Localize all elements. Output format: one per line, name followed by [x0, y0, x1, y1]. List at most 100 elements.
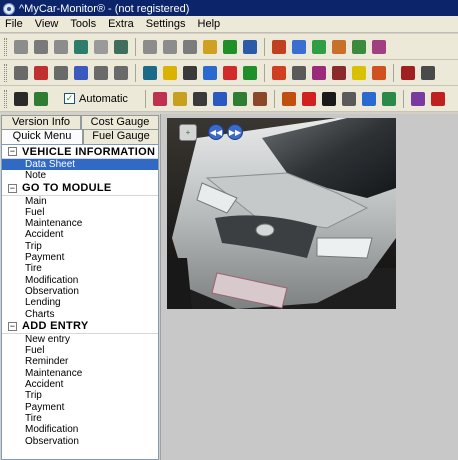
eraser-button[interactable] — [151, 90, 169, 108]
dollar-badge-button[interactable] — [340, 90, 358, 108]
close-file-button[interactable] — [12, 38, 30, 56]
refresh-button[interactable] — [32, 38, 50, 56]
location-button[interactable] — [429, 90, 447, 108]
stop-button[interactable] — [92, 38, 110, 56]
book-button[interactable] — [330, 64, 348, 82]
bulb-button[interactable] — [350, 64, 368, 82]
document-button[interactable] — [290, 38, 308, 56]
menu-link-fuel[interactable]: Fuel — [2, 207, 158, 218]
collapse-icon[interactable]: − — [8, 147, 17, 156]
network-button[interactable] — [241, 38, 259, 56]
menu-link-maintenance[interactable]: Maintenance — [2, 368, 158, 379]
bar-chart-button[interactable] — [72, 64, 90, 82]
eye-button[interactable] — [360, 90, 378, 108]
house-button[interactable] — [330, 38, 348, 56]
menu-extra[interactable]: Extra — [103, 18, 141, 30]
bottles-button[interactable] — [32, 64, 50, 82]
list-button[interactable] — [181, 64, 199, 82]
menu-file[interactable]: File — [0, 18, 30, 30]
tag-button[interactable] — [141, 38, 159, 56]
menu-link-payment[interactable]: Payment — [2, 402, 158, 413]
fuel-button[interactable] — [270, 64, 288, 82]
menu-help[interactable]: Help — [193, 18, 228, 30]
table-button[interactable] — [52, 64, 70, 82]
add-photo-icon[interactable]: + — [179, 124, 197, 141]
menu-link-tire[interactable]: Tire — [2, 413, 158, 424]
menu-link-accident[interactable]: Accident — [2, 229, 158, 240]
dollar-button[interactable] — [221, 38, 239, 56]
traffic-light-button[interactable] — [12, 90, 30, 108]
collapse-icon[interactable]: − — [8, 183, 17, 193]
automatic-checkbox[interactable]: ✓ Automatic — [64, 93, 128, 105]
car-check-button[interactable] — [32, 90, 50, 108]
wallet-button[interactable] — [141, 64, 159, 82]
menu-link-new-entry[interactable]: New entry — [2, 334, 158, 345]
window-button[interactable] — [112, 64, 130, 82]
menu-link-fuel[interactable]: Fuel — [2, 345, 158, 356]
warning-button[interactable] — [161, 38, 179, 56]
forward-button[interactable] — [52, 38, 70, 56]
speedometer-button[interactable] — [161, 64, 179, 82]
shopping-button[interactable] — [310, 64, 328, 82]
section-header[interactable]: − ADD ENTRY — [2, 319, 158, 334]
next-icon[interactable]: ▶▶ — [227, 124, 243, 140]
menu-link-main[interactable]: Main — [2, 196, 158, 207]
menu-link-lending[interactable]: Lending — [2, 297, 158, 308]
accident-button[interactable] — [300, 90, 318, 108]
sun-button[interactable] — [201, 38, 219, 56]
help-button[interactable] — [290, 64, 308, 82]
car-button[interactable] — [221, 64, 239, 82]
sum-button[interactable] — [191, 90, 209, 108]
trailer-button[interactable] — [280, 90, 298, 108]
mechanic-button[interactable] — [201, 64, 219, 82]
chart-button[interactable] — [350, 38, 368, 56]
money-button[interactable] — [241, 64, 259, 82]
menu-link-modification[interactable]: Modification — [2, 275, 158, 286]
menu-link-tire[interactable]: Tire — [2, 263, 158, 274]
tire-button[interactable] — [320, 90, 338, 108]
toolbar-grip[interactable] — [4, 37, 7, 56]
menu-link-note[interactable]: Note — [2, 170, 158, 181]
calculator-button[interactable] — [92, 64, 110, 82]
garage-button[interactable] — [211, 90, 229, 108]
gas-pump-button[interactable] — [231, 90, 249, 108]
menu-link-maintenance[interactable]: Maintenance — [2, 218, 158, 229]
previous-icon[interactable]: ◀◀ — [208, 124, 224, 140]
menu-link-observation[interactable]: Observation — [2, 436, 158, 447]
gear-button[interactable] — [181, 38, 199, 56]
graph-button[interactable] — [370, 38, 388, 56]
wrench-button[interactable] — [251, 90, 269, 108]
toolbar-grip[interactable] — [4, 63, 7, 82]
megaphone-button[interactable] — [112, 38, 130, 56]
menu-tools[interactable]: Tools — [65, 18, 103, 30]
menu-link-payment[interactable]: Payment — [2, 252, 158, 263]
lens-button[interactable] — [370, 64, 388, 82]
menu-link-observation[interactable]: Observation — [2, 286, 158, 297]
export-button[interactable] — [72, 38, 90, 56]
section-header[interactable]: − GO TO MODULE — [2, 181, 158, 196]
menu-link-reminder[interactable]: Reminder — [2, 356, 158, 367]
menu-link-accident[interactable]: Accident — [2, 379, 158, 390]
grid-button[interactable] — [12, 64, 30, 82]
toolbar-grip[interactable] — [4, 89, 7, 108]
tab-fuel-gauge[interactable]: Fuel Gauge — [83, 129, 159, 144]
section-header[interactable]: − VEHICLE INFORMATION — [2, 145, 158, 159]
menu-link-trip[interactable]: Trip — [2, 241, 158, 252]
signpost-button[interactable] — [380, 90, 398, 108]
settings-button[interactable] — [419, 64, 437, 82]
menu-link-modification[interactable]: Modification — [2, 424, 158, 435]
calendar-button[interactable] — [270, 38, 288, 56]
menu-link-data-sheet[interactable]: Data Sheet — [2, 159, 158, 171]
menu-link-trip[interactable]: Trip — [2, 390, 158, 401]
crossing-button[interactable] — [399, 64, 417, 82]
menu-settings[interactable]: Settings — [141, 18, 193, 30]
tab-version-info[interactable]: Version Info — [1, 115, 81, 130]
pie-button[interactable] — [171, 90, 189, 108]
tab-cost-gauge[interactable]: Cost Gauge — [81, 115, 159, 130]
menu-view[interactable]: View — [30, 18, 66, 30]
ruler-button[interactable] — [310, 38, 328, 56]
tab-quick-menu[interactable]: Quick Menu — [1, 129, 83, 145]
collapse-icon[interactable]: − — [8, 321, 17, 331]
menu-link-charts[interactable]: Charts — [2, 309, 158, 320]
chart-line-button[interactable] — [409, 90, 427, 108]
